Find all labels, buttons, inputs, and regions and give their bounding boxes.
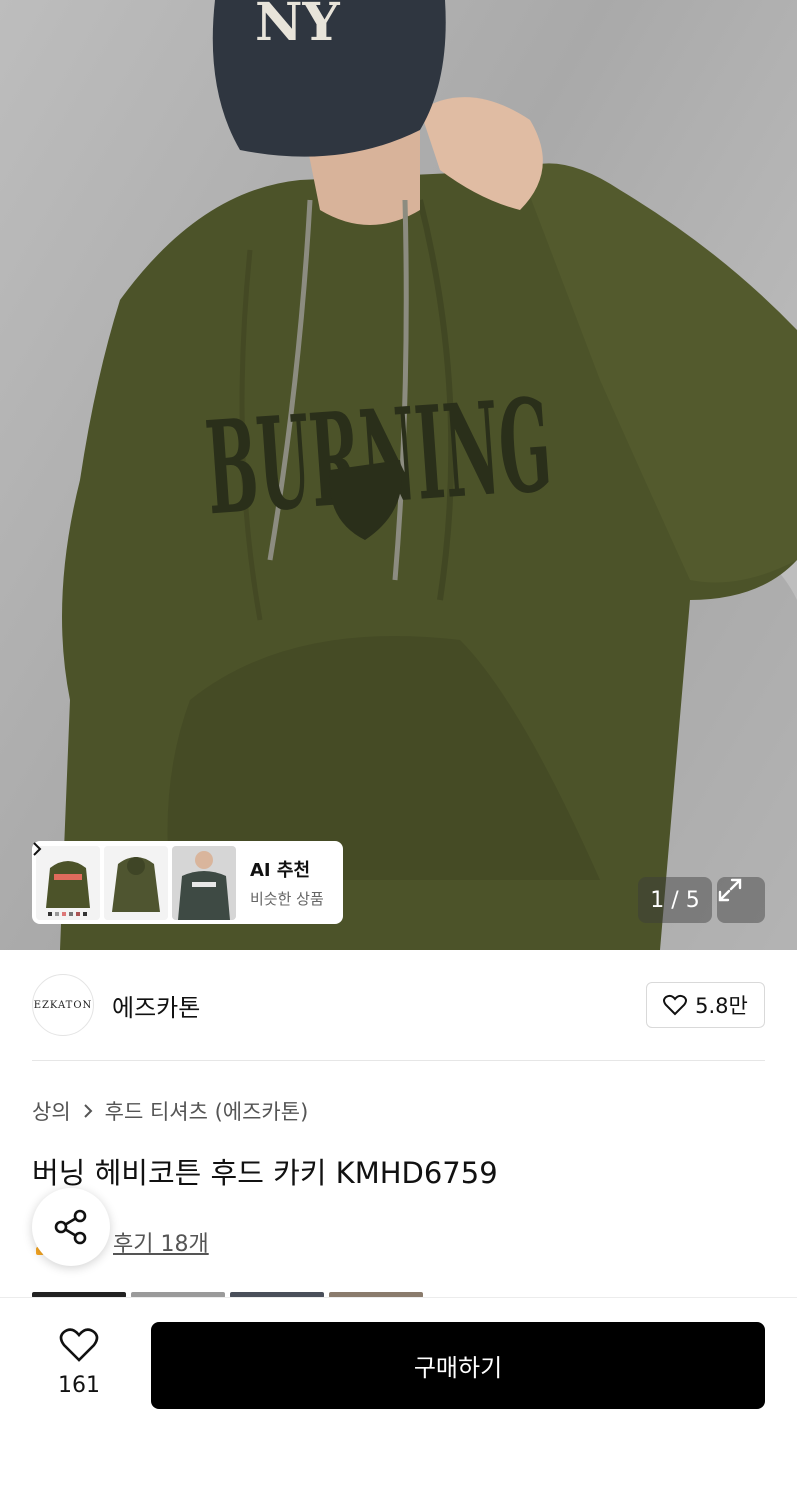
buy-button[interactable]: 구매하기 xyxy=(151,1322,765,1409)
ai-recommend-subtitle: 비슷한 상품 xyxy=(250,890,324,908)
product-image[interactable]: NY BURNING AI 추천 비슷한 상품 1 / 5 xyxy=(0,0,797,950)
product-title: 버닝 헤비코튼 후드 카키 KMHD6759 xyxy=(32,1156,498,1190)
breadcrumb-level2[interactable]: 후드 티셔츠 (에즈카톤) xyxy=(105,1096,309,1126)
hoodie-photo: NY BURNING xyxy=(60,0,797,950)
chevron-right-icon xyxy=(83,1104,93,1118)
cap-logo-text: NY xyxy=(255,0,341,53)
review-link[interactable]: 후기 18개 xyxy=(113,1226,209,1258)
recommend-thumb-1[interactable] xyxy=(36,845,100,920)
brand-logo[interactable]: EZKATON xyxy=(32,974,94,1036)
brand-row: EZKATON 에즈카톤 5.8만 xyxy=(32,974,765,1036)
heart-icon xyxy=(663,994,688,1016)
ai-recommend-title: AI 추천 xyxy=(250,860,311,881)
image-counter: 1 / 5 xyxy=(638,877,712,923)
wishlist-button[interactable]: 161 xyxy=(40,1327,118,1398)
recommend-thumb-3[interactable] xyxy=(172,845,236,920)
share-button[interactable] xyxy=(32,1188,110,1266)
ai-recommendation-card[interactable]: AI 추천 비슷한 상품 xyxy=(32,841,343,924)
brand-like-count: 5.8만 xyxy=(695,994,748,1018)
expand-icon xyxy=(718,878,742,902)
brand-like-button[interactable]: 5.8만 xyxy=(646,982,765,1028)
chevron-right-icon xyxy=(33,842,42,856)
breadcrumb-level1[interactable]: 상의 xyxy=(32,1096,71,1126)
heart-icon xyxy=(59,1328,99,1362)
share-icon xyxy=(54,1209,87,1245)
recommend-thumb-2[interactable] xyxy=(104,845,168,920)
breadcrumb: 상의 후드 티셔츠 (에즈카톤) xyxy=(32,1096,308,1126)
wishlist-count: 161 xyxy=(58,1373,100,1398)
expand-button[interactable] xyxy=(717,877,765,923)
brand-name[interactable]: 에즈카톤 xyxy=(112,988,200,1023)
divider xyxy=(32,1060,765,1061)
